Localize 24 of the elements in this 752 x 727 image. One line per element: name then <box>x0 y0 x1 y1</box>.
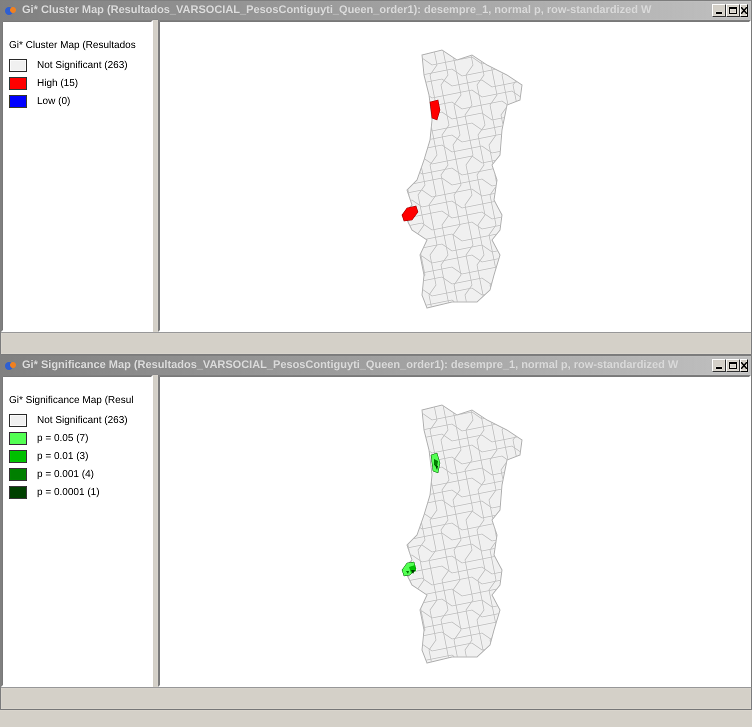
minimize-icon <box>716 367 722 369</box>
legend-label: p = 0.01 (3) <box>37 450 88 464</box>
legend-label: Low (0) <box>37 95 70 109</box>
minimize-button[interactable] <box>712 4 726 17</box>
legend-label: p = 0.05 (7) <box>37 432 88 446</box>
legend-label: Not Significant (263) <box>37 59 128 73</box>
maximize-icon <box>729 362 737 369</box>
legend-label: Not Significant (263) <box>37 414 128 428</box>
maximize-button[interactable] <box>726 359 740 372</box>
maximize-icon <box>729 7 737 14</box>
app-icon <box>4 4 18 16</box>
legend-label: p = 0.0001 (1) <box>37 486 100 500</box>
legend-label: p = 0.001 (4) <box>37 468 94 482</box>
minimize-icon <box>716 12 722 14</box>
close-button[interactable] <box>740 359 748 372</box>
maximize-button[interactable] <box>726 4 740 17</box>
close-icon <box>741 362 747 369</box>
legend-label: High (15) <box>37 77 78 91</box>
legend-title: Gi* Cluster Map (Resultados <box>9 39 137 53</box>
close-icon <box>741 7 747 14</box>
legend-title: Gi* Significance Map (Resul <box>9 394 134 408</box>
app-icon <box>4 360 18 372</box>
minimize-button[interactable] <box>712 359 726 372</box>
close-button[interactable] <box>740 4 748 17</box>
